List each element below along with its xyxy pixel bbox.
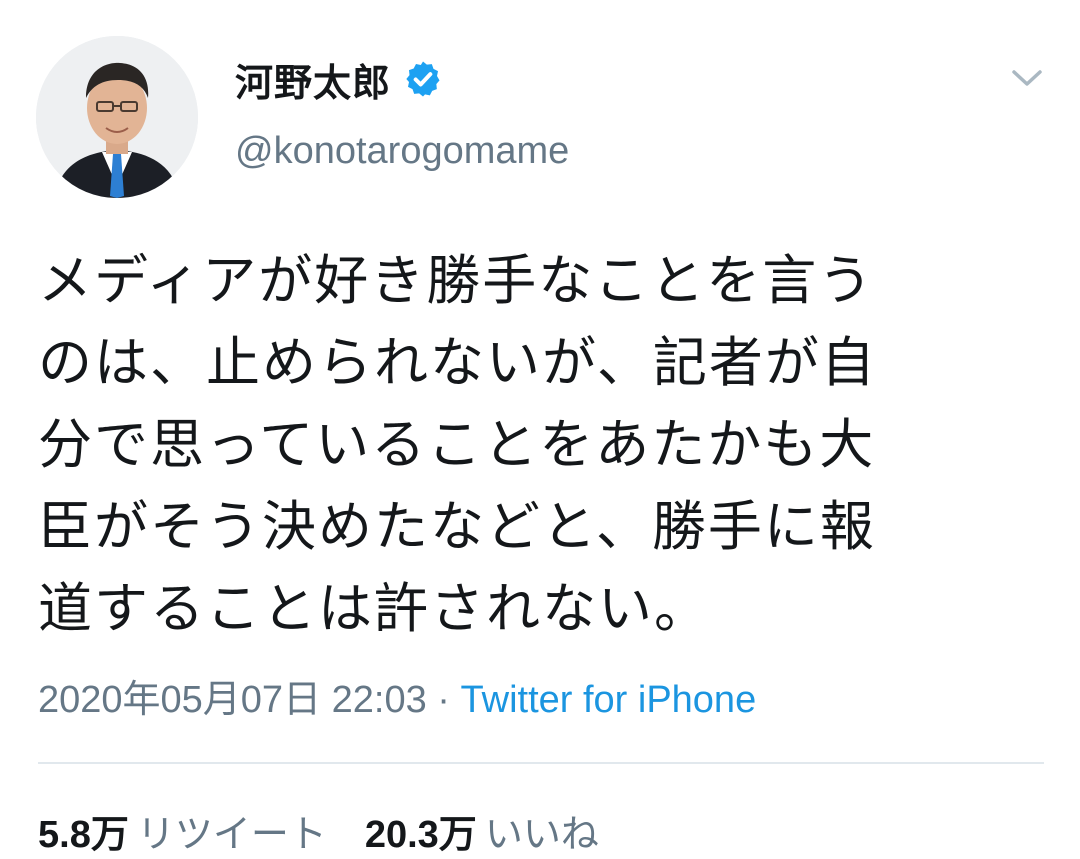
author-handle[interactable]: @konotarogomame (235, 130, 569, 173)
retweets-stat[interactable]: 5.8万 リツイート (38, 814, 327, 856)
tweet-timestamp[interactable]: 2020年05月07日 22:03 (38, 679, 427, 721)
likes-count: 20.3万 (364, 814, 477, 856)
tweet-text: メディアが好き勝手なことを言う のは、止められないが、記者が自 分で思っているこ… (38, 249, 877, 640)
tweet-detail: 河野太郎 @konotarogomame メディアが好き勝手なことを言う のは、… (0, 0, 1080, 859)
meta-separator: · (426, 679, 461, 721)
retweets-count: 5.8万 (38, 814, 129, 856)
tweet-source-link[interactable]: Twitter for iPhone (461, 679, 757, 721)
display-name[interactable]: 河野太郎 (235, 52, 391, 107)
author-row: 河野太郎 (235, 52, 443, 106)
avatar-photo (36, 36, 198, 198)
likes-label: いいね (484, 814, 599, 856)
avatar[interactable] (36, 36, 198, 198)
chevron-down-icon[interactable] (1010, 64, 1044, 92)
tweet-stats: 5.8万 リツイート 20.3万 いいね (38, 803, 599, 858)
retweets-label: リツイート (136, 814, 327, 856)
verified-badge-icon (403, 59, 443, 99)
divider (38, 762, 1044, 764)
likes-stat[interactable]: 20.3万 いいね (365, 814, 599, 856)
tweet-meta: 2020年05月07日 22:03 · Twitter for iPhone (38, 668, 756, 723)
